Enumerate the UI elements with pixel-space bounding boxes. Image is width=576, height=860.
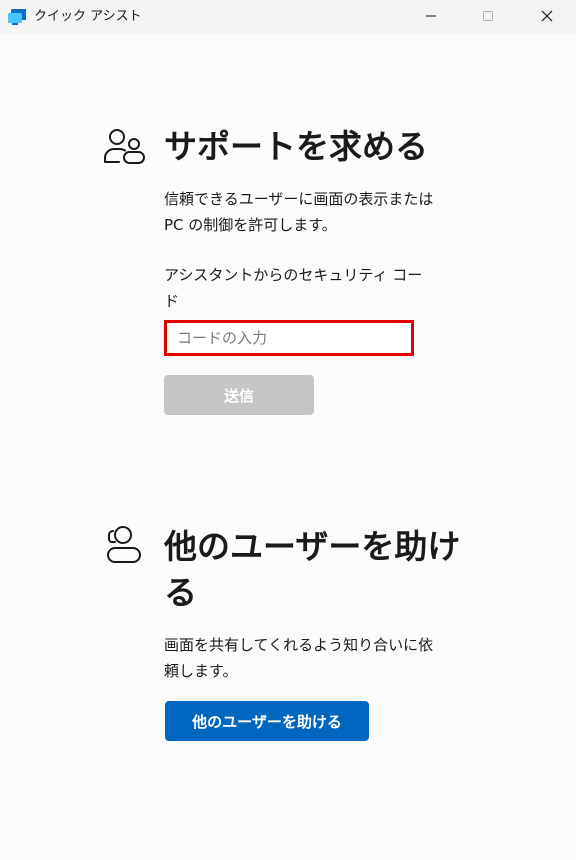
maximize-button[interactable] xyxy=(465,0,511,32)
help-someone-button[interactable]: 他のユーザーを助ける xyxy=(165,701,369,741)
quick-assist-app-icon xyxy=(8,9,26,25)
security-code-label: アシスタントからのセキュリティ コー ド xyxy=(164,266,423,310)
submit-button[interactable]: 送信 xyxy=(164,375,314,415)
minimize-button[interactable] xyxy=(408,0,454,32)
people-icon xyxy=(104,129,145,164)
close-icon xyxy=(541,10,553,22)
give-help-title: 他のユーザーを助け る xyxy=(164,527,461,612)
get-help-title: サポートを求める xyxy=(164,127,428,166)
close-button[interactable] xyxy=(524,0,570,32)
get-help-description: 信頼できるユーザーに画面の表示または PC の制御を許可します。 xyxy=(164,190,434,234)
title-bar: クイック アシスト xyxy=(0,0,576,34)
main-content: サポートを求める 信頼できるユーザーに画面の表示または PC の制御を許可します… xyxy=(0,34,576,860)
give-help-description: 画面を共有してくれるよう知り合いに依 頼します。 xyxy=(164,636,434,680)
window-title: クイック アシスト xyxy=(34,9,142,24)
minimize-icon xyxy=(426,15,436,17)
helper-icon xyxy=(107,526,141,563)
security-code-input[interactable] xyxy=(164,320,414,356)
maximize-icon xyxy=(483,11,493,21)
